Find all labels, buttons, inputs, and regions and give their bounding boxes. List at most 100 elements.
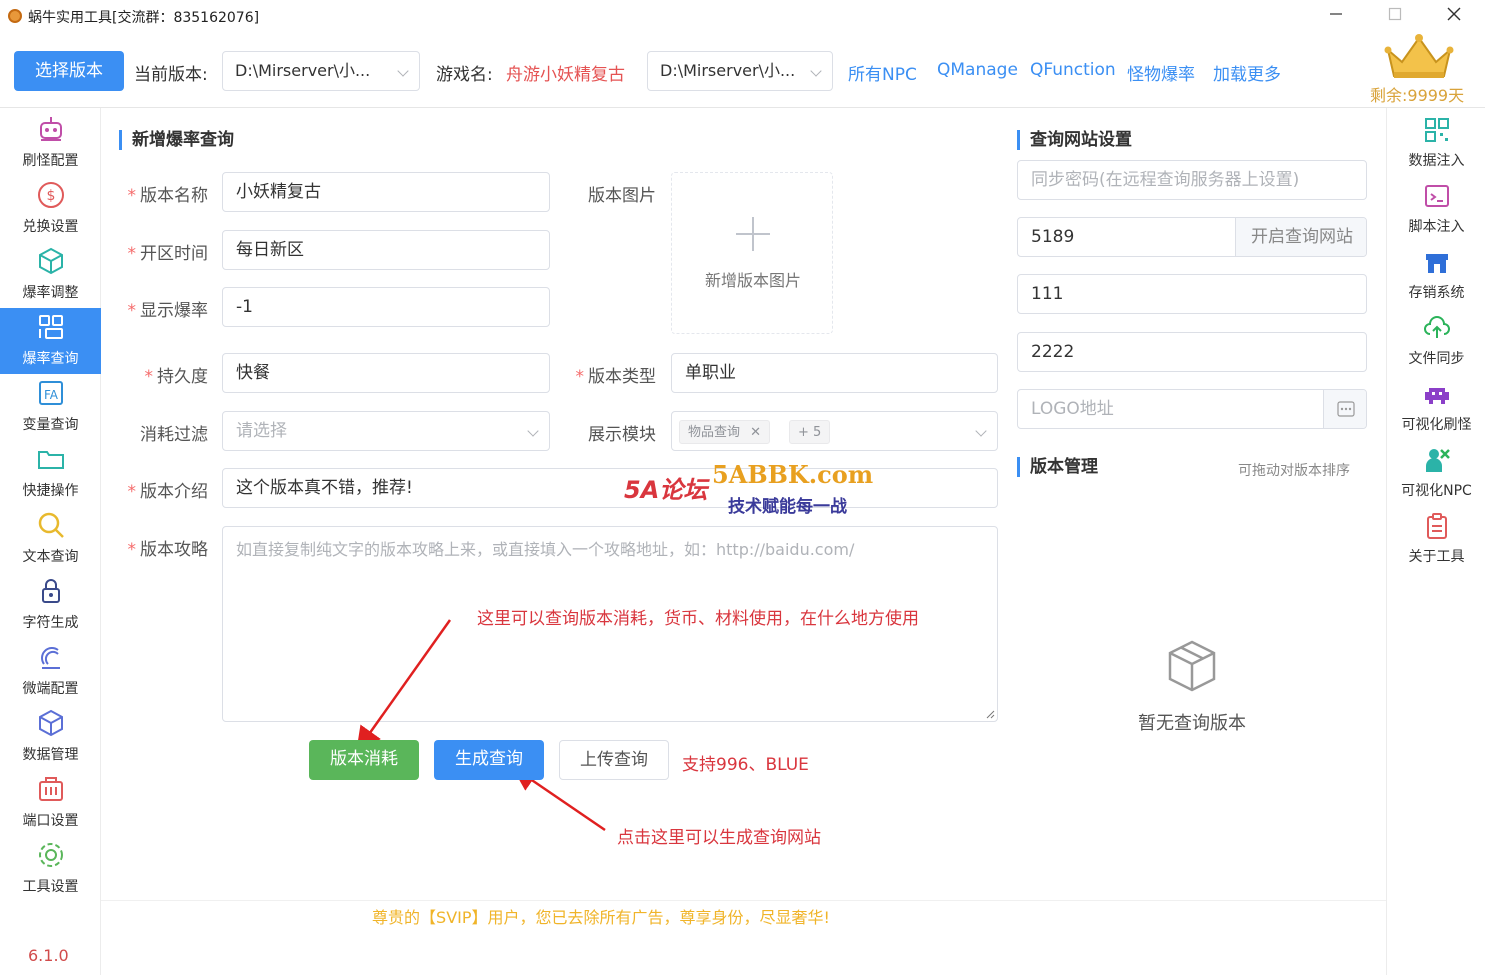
sidebar-item-exchange[interactable]: $ 兑换设置 <box>0 176 101 242</box>
version-mgmt-section-title: 版本管理 <box>1017 457 1098 477</box>
open-time-input[interactable]: 每日新区 <box>222 230 550 270</box>
consume-filter-select[interactable]: 请选择 <box>222 411 550 451</box>
sidebar-item-quick-ops[interactable]: 快捷操作 <box>0 440 101 506</box>
game-name-label: 游戏名: <box>436 65 493 85</box>
version-consume-button[interactable]: 版本消耗 <box>309 740 419 780</box>
empty-box-icon <box>1168 640 1216 692</box>
generate-query-button[interactable]: 生成查询 <box>434 740 544 780</box>
svip-banner-text: 尊贵的【SVIP】用户，您已去除所有广告，尊享身份，尽显奢华! <box>372 908 830 927</box>
sidebar-item-char-gen[interactable]: 字符生成 <box>0 572 101 638</box>
version-type-label: * 版本类型 <box>575 367 657 387</box>
sidebar-item-spawn-config[interactable]: 刷怪配置 <box>0 110 101 176</box>
sidebar-item-label: 可视化NPC <box>1401 483 1472 499</box>
sidebar-item-variable-query[interactable]: FA 变量查询 <box>0 374 101 440</box>
durability-input[interactable]: 快餐 <box>222 353 550 393</box>
sidebar-item-tool-settings[interactable]: 工具设置 <box>0 836 101 902</box>
sidebar-item-script-inject[interactable]: 脚本注入 <box>1387 178 1485 244</box>
toolbar: 选择版本 当前版本: D:\Mirserver\小... 游戏名: 舟游小妖精复… <box>0 32 1485 108</box>
game-path-select[interactable]: D:\Mirserver\小... <box>647 51 833 91</box>
intro-label: * 版本介绍 <box>127 482 209 502</box>
chevron-down-icon <box>527 425 539 437</box>
site-field-1[interactable]: 111 <box>1017 274 1367 314</box>
display-module-select[interactable]: 物品查询 ✕ + 5 <box>671 411 998 451</box>
port-input[interactable]: 5189 <box>1031 218 1074 256</box>
left-sidebar: 刷怪配置 $ 兑换设置 爆率调整 爆率查询 FA 变量查询 快捷操作 文本查询 … <box>0 108 101 975</box>
sidebar-item-label: 文本查询 <box>22 549 79 565</box>
sidebar-item-data-mgmt[interactable]: 数据管理 <box>0 704 101 770</box>
sidebar-item-label: 工具设置 <box>22 879 79 895</box>
strategy-label: * 版本攻略 <box>127 540 209 560</box>
sidebar-item-about[interactable]: 关于工具 <box>1387 508 1485 574</box>
show-rate-label: * 显示爆率 <box>127 301 209 321</box>
sidebar-item-store-system[interactable]: 存销系统 <box>1387 244 1485 310</box>
current-version-select[interactable]: D:\Mirserver\小... <box>222 51 420 91</box>
version-name-input[interactable]: 小妖精复古 <box>222 172 550 212</box>
version-mgmt-hint: 可拖动对版本排序 <box>1238 463 1350 479</box>
robot-icon <box>40 117 62 141</box>
show-rate-input[interactable]: -1 <box>222 287 550 327</box>
watermark-logo-slogan: 技术赋能每一战 <box>728 497 847 517</box>
link-all-npc[interactable]: 所有NPC <box>848 60 917 85</box>
sidebar-item-micro-config[interactable]: 微端配置 <box>0 638 101 704</box>
close-button[interactable] <box>1434 4 1474 28</box>
intro-input[interactable]: 这个版本真不错，推荐! <box>222 468 998 508</box>
display-module-tag-text: 物品查询 <box>688 425 741 440</box>
sidebar-item-label: 脚本注入 <box>1408 219 1465 235</box>
link-monster-rate[interactable]: 怪物爆率 <box>1127 60 1195 85</box>
game-path-value: D:\Mirserver\小... <box>660 61 796 80</box>
lock-icon <box>42 579 60 603</box>
game-name-value: 舟游小妖精复古 <box>506 65 625 85</box>
ellipsis-icon <box>1337 401 1355 417</box>
sidebar-item-label: 数据注入 <box>1408 153 1465 169</box>
sidebar-item-text-query[interactable]: 文本查询 <box>0 506 101 572</box>
chevron-down-icon <box>810 65 822 77</box>
crown-icon <box>1384 34 1454 78</box>
maximize-button[interactable] <box>1375 4 1415 28</box>
sidebar-item-label: 字符生成 <box>22 615 79 631</box>
site-field-2[interactable]: 2222 <box>1017 332 1367 372</box>
annotation-arrows <box>356 619 606 832</box>
sidebar-item-visual-spawn[interactable]: 可视化刷怪 <box>1387 376 1485 442</box>
add-image-label: 新增版本图片 <box>704 271 801 290</box>
link-load-more[interactable]: 加载更多 <box>1213 60 1281 85</box>
sidebar-item-port-settings[interactable]: 端口设置 <box>0 770 101 836</box>
port-icon <box>39 777 63 801</box>
link-qfunction[interactable]: QFunction <box>1030 60 1116 80</box>
resize-handle-icon[interactable] <box>985 709 995 719</box>
sidebar-item-label: 爆率调整 <box>22 285 79 301</box>
sidebar-item-data-inject[interactable]: 数据注入 <box>1387 112 1485 178</box>
upload-query-button[interactable]: 上传查询 <box>559 740 669 780</box>
app-version: 6.1.0 <box>28 946 69 965</box>
query-site-section-title: 查询网站设置 <box>1017 130 1132 150</box>
add-image-uploader[interactable]: 新增版本图片 <box>671 172 833 334</box>
box-icon <box>39 709 63 737</box>
select-version-button[interactable]: 选择版本 <box>14 51 124 91</box>
plus-icon <box>736 217 770 251</box>
svg-text:$: $ <box>47 188 56 204</box>
terminal-icon <box>1425 185 1449 207</box>
minimize-button[interactable] <box>1316 4 1356 28</box>
logo-url-input[interactable]: LOGO地址 <box>1031 390 1114 428</box>
sidebar-item-rate-query[interactable]: 爆率查询 <box>0 308 101 374</box>
sidebar-item-visual-npc[interactable]: 可视化NPC <box>1387 442 1485 508</box>
sync-password-input[interactable]: 同步密码(在远程查询服务器上设置) <box>1017 160 1367 200</box>
chevron-down-icon <box>397 65 409 77</box>
watermark-logo-main: 5A论坛 <box>624 476 708 504</box>
sidebar-item-label: 快捷操作 <box>22 483 79 499</box>
logo-browse-button[interactable] <box>1323 390 1366 428</box>
close-icon <box>1447 7 1461 21</box>
sidebar-item-label: 刷怪配置 <box>22 153 79 169</box>
tag-close-icon[interactable]: ✕ <box>750 425 761 440</box>
sidebar-item-file-sync[interactable]: 文件同步 <box>1387 310 1485 376</box>
link-qmanage[interactable]: QManage <box>937 60 1018 80</box>
version-type-input[interactable]: 单职业 <box>671 353 998 393</box>
right-sidebar: 数据注入 脚本注入 存销系统 文件同步 可视化刷怪 可视化NPC 关于工具 <box>1386 108 1485 975</box>
sidebar-item-rate-adjust[interactable]: 爆率调整 <box>0 242 101 308</box>
sidebar-item-label: 爆率查询 <box>22 351 79 367</box>
qrcode-icon <box>1425 118 1449 142</box>
sidebar-item-label: 关于工具 <box>1408 549 1465 565</box>
gear-icon <box>39 843 63 867</box>
cube-icon <box>39 247 63 275</box>
watermark-logo-site: 5ABBK.com <box>712 460 874 489</box>
open-site-button[interactable]: 开启查询网站 <box>1235 218 1366 256</box>
